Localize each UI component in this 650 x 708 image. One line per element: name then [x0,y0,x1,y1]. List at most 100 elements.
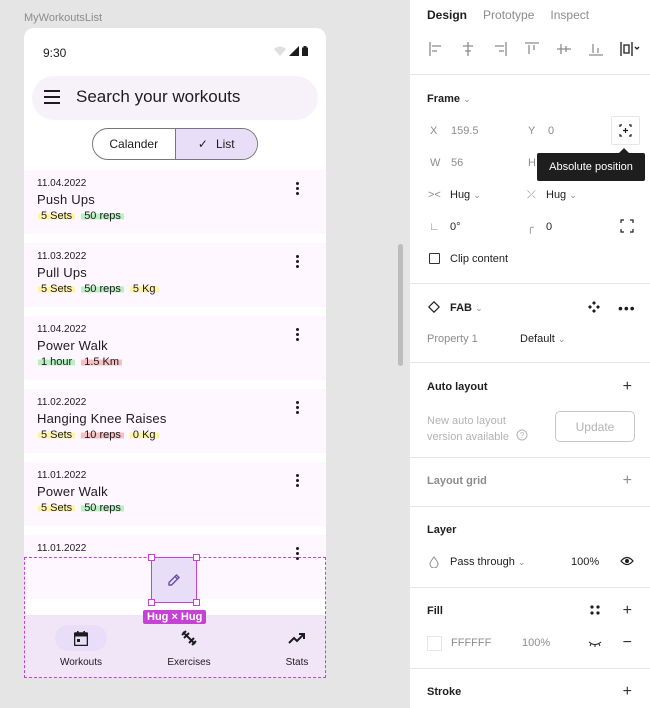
align-right-icon[interactable] [491,40,509,58]
layer-opacity-field[interactable]: 100% [571,556,599,568]
workout-name: Power Walk [37,338,108,353]
component-instance-icon [427,300,441,316]
go-to-main-component-icon[interactable] [588,301,600,316]
workout-tags: 1 hour 1.5 Km [38,356,123,368]
workout-card[interactable]: 11.03.2022 Pull Ups 5 Sets 50 reps 5 Kg [24,243,326,307]
align-center-h-icon[interactable] [459,40,477,58]
property-select[interactable]: Default ⌄ [520,333,565,345]
eye-closed-icon[interactable] [588,639,602,651]
more-vert-icon[interactable] [296,474,300,489]
x-field[interactable]: 159.5 [451,125,479,137]
independent-corners-icon[interactable] [620,219,634,236]
fill-hex-field[interactable]: FFFFFF [451,637,491,649]
y-field[interactable]: 0 [548,125,554,137]
segment-calendar-label: Calander [109,137,159,151]
workout-card[interactable]: 11.04.2022 Push Ups 5 Sets 50 reps [24,170,326,234]
nav-stats-label: Stats [285,657,309,668]
frame-section-title[interactable]: Frame ⌄ [427,93,471,105]
absolute-position-button[interactable] [611,116,640,145]
horizontal-resizing-select[interactable]: Hug ⌄ [450,189,481,201]
pencil-icon [168,574,180,586]
fab-edit-button[interactable] [151,557,197,603]
fill-color-swatch[interactable] [427,636,442,651]
resize-handle-bl[interactable] [148,599,155,606]
divider [410,74,650,75]
signal-icon [289,46,299,56]
corner-radius-field[interactable]: 0 [546,221,552,233]
tab-prototype[interactable]: Prototype [483,8,534,22]
layout-grid-title: Layout grid [427,475,487,487]
segment-list[interactable]: ✓ List [174,129,257,159]
align-left-icon[interactable] [427,40,445,58]
align-top-icon[interactable] [523,40,541,58]
workout-name: Push Ups [37,192,95,207]
resize-handle-tr[interactable] [193,554,200,561]
tab-design[interactable]: Design [427,8,467,22]
more-vert-icon[interactable] [296,182,300,197]
properties-panel: Design Prototype Inspect Frame ⌄ X 159.5… [409,0,650,708]
resize-handle-tl[interactable] [148,554,155,561]
y-label: Y [528,125,536,137]
w-field[interactable]: 56 [451,157,463,169]
remove-fill-icon[interactable]: − [623,635,632,651]
nav-workouts[interactable]: Workouts [41,625,121,668]
segment-calendar[interactable]: Calander [93,129,175,159]
more-vert-icon[interactable] [296,401,300,416]
workout-name: Pull Ups [37,265,88,280]
chevron-down-icon: ⌄ [473,190,481,200]
stroke-title: Stroke [427,686,462,698]
help-icon[interactable]: ? [516,429,528,444]
menu-icon[interactable] [44,90,60,104]
nav-exercises[interactable]: Exercises [149,625,229,668]
style-grid-icon[interactable] [589,604,601,619]
fill-opacity-field[interactable]: 100% [522,637,550,649]
view-toggle: Calander ✓ List [92,128,258,160]
search-bar[interactable]: Search your workouts [32,76,318,120]
divider [410,457,650,458]
eye-icon[interactable] [620,556,634,569]
nav-stats[interactable]: Stats [257,625,326,668]
tab-inspect[interactable]: Inspect [550,8,589,22]
workout-tag: 50 reps [81,210,124,222]
phone-frame[interactable]: 9:30 Search your workouts Calander ✓ List… [24,28,326,678]
align-bottom-icon[interactable] [587,40,605,58]
hug-v-value: Hug [546,189,567,201]
blend-mode-value: Pass through [450,556,515,568]
vertical-resizing-select[interactable]: Hug ⌄ [546,189,577,201]
divider [410,587,650,588]
update-button[interactable]: Update [555,411,635,442]
workout-card[interactable]: 11.04.2022 Power Walk 1 hour 1.5 Km [24,316,326,380]
workout-tags: 5 Sets 10 reps 0 Kg [38,429,159,441]
canvas-scrollbar[interactable] [398,244,403,366]
workout-card[interactable]: 11.01.2022 Power Walk 5 Sets 50 reps [24,462,326,526]
status-bar: 9:30 [24,28,326,78]
system-icons [274,46,308,56]
clip-content-checkbox[interactable] [429,253,440,264]
add-auto-layout-icon[interactable]: + [623,379,632,395]
resize-handle-br[interactable] [193,599,200,606]
distribute-icon[interactable] [619,40,640,58]
corner-radius-icon: ╭ [527,222,534,234]
add-fill-icon[interactable]: + [623,603,632,619]
frame-label[interactable]: MyWorkoutsList [24,12,102,24]
property-value: Default [520,333,555,345]
more-vert-icon[interactable] [296,328,300,343]
blend-mode-icon [429,556,439,571]
resize-horizontal-icon: >< [428,189,441,201]
divider [410,362,650,363]
workout-card[interactable]: 11.02.2022 Hanging Knee Raises 5 Sets 10 re… [24,389,326,453]
search-input[interactable]: Search your workouts [76,87,240,107]
more-vert-icon[interactable] [296,255,300,270]
rotation-field[interactable]: 0° [450,221,461,233]
nav-workouts-pill [55,625,107,651]
workout-date: 11.01.2022 [37,543,87,554]
add-layout-grid-icon[interactable]: + [623,473,632,489]
more-options-icon[interactable]: ••• [618,300,636,316]
blend-mode-select[interactable]: Pass through ⌄ [450,556,525,568]
add-stroke-icon[interactable]: + [623,684,632,700]
workout-date: 11.02.2022 [37,397,87,408]
component-name-select[interactable]: FAB ⌄ [450,302,483,314]
battery-icon [302,46,308,56]
more-vert-icon[interactable] [296,547,300,562]
align-center-v-icon[interactable] [555,40,573,58]
